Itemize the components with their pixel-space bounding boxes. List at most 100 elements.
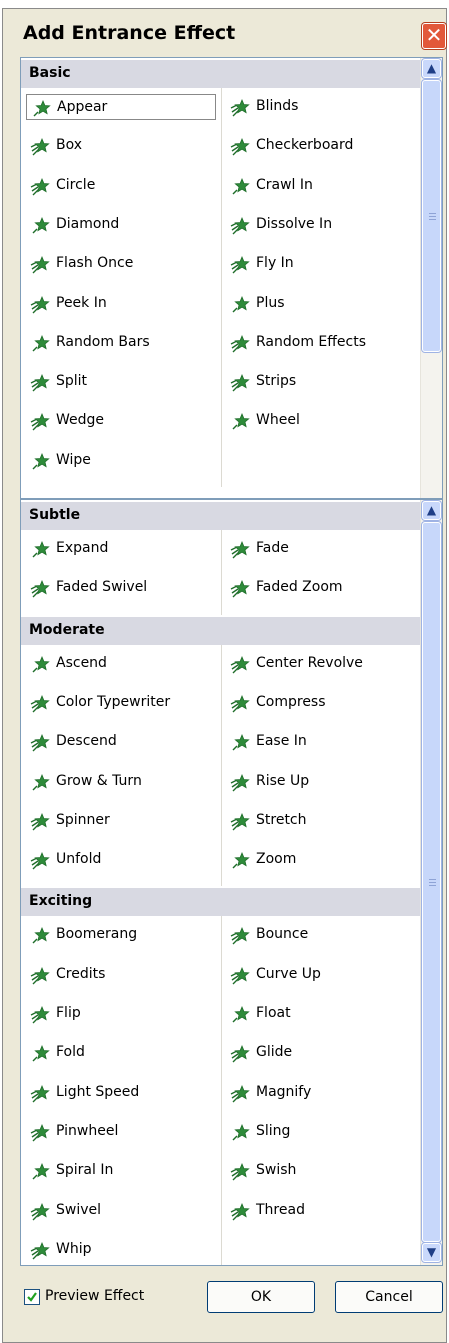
effect-item-rise-up[interactable]: Rise Up xyxy=(226,769,416,795)
star-effect-icon xyxy=(230,1123,250,1143)
effect-item-diamond[interactable]: Diamond xyxy=(26,212,216,238)
effect-label: Rise Up xyxy=(256,772,310,789)
effect-item-float[interactable]: Float xyxy=(226,1001,416,1027)
column-divider xyxy=(221,530,222,615)
star-effect-icon xyxy=(30,1044,50,1064)
vertical-scrollbar[interactable]: ▲ ▼ xyxy=(420,500,442,1265)
effect-item-compress[interactable]: Compress xyxy=(226,690,416,716)
effect-label: Faded Zoom xyxy=(256,579,343,596)
cancel-button[interactable]: Cancel xyxy=(335,1281,443,1313)
effect-item-fly-in[interactable]: Fly In xyxy=(226,251,416,277)
star-effect-icon xyxy=(30,966,50,986)
effect-label: Circle xyxy=(56,176,96,193)
effect-item-faded-zoom[interactable]: Faded Zoom xyxy=(226,575,416,601)
effect-label: Sling xyxy=(256,1122,291,1139)
vertical-scrollbar[interactable]: ▲ xyxy=(420,58,442,498)
effect-item-appear[interactable]: Appear xyxy=(26,94,216,120)
effect-item-zoom[interactable]: Zoom xyxy=(226,847,416,873)
scrollbar-thumb[interactable] xyxy=(422,522,441,1242)
effect-label: Crawl In xyxy=(256,176,313,193)
column-divider xyxy=(221,644,222,887)
effect-item-wedge[interactable]: Wedge xyxy=(26,408,216,434)
effect-item-glide[interactable]: Glide xyxy=(226,1040,416,1066)
effect-label: Random Bars xyxy=(56,333,150,350)
star-effect-icon xyxy=(230,1162,250,1182)
effect-item-color-typewriter[interactable]: Color Typewriter xyxy=(26,690,216,716)
scrollbar-thumb[interactable] xyxy=(422,80,441,352)
effect-label: Checkerboard xyxy=(256,137,354,154)
effect-item-wheel[interactable]: Wheel xyxy=(226,408,416,434)
star-effect-icon xyxy=(230,540,250,560)
effect-item-faded-swivel[interactable]: Faded Swivel xyxy=(26,575,216,601)
effect-label: Dissolve In xyxy=(256,215,333,232)
effect-item-pinwheel[interactable]: Pinwheel xyxy=(26,1119,216,1145)
effect-label: Unfold xyxy=(56,851,102,868)
effect-item-ease-in[interactable]: Ease In xyxy=(226,729,416,755)
effect-item-bounce[interactable]: Bounce xyxy=(226,922,416,948)
star-effect-icon xyxy=(30,216,50,236)
effect-item-crawl-in[interactable]: Crawl In xyxy=(226,173,416,199)
star-effect-icon xyxy=(30,1005,50,1025)
column-divider xyxy=(221,916,222,1265)
effect-item-random-effects[interactable]: Random Effects xyxy=(226,330,416,356)
star-effect-icon xyxy=(30,773,50,793)
effect-item-descend[interactable]: Descend xyxy=(26,729,216,755)
effect-item-ascend[interactable]: Ascend xyxy=(26,651,216,677)
effect-item-whip[interactable]: Whip xyxy=(26,1237,216,1263)
effect-item-center-revolve[interactable]: Center Revolve xyxy=(226,651,416,677)
effect-item-dissolve-in[interactable]: Dissolve In xyxy=(226,212,416,238)
effect-item-flash-once[interactable]: Flash Once xyxy=(26,251,216,277)
effect-item-magnify[interactable]: Magnify xyxy=(226,1080,416,1106)
effect-item-checkerboard[interactable]: Checkerboard xyxy=(226,133,416,159)
effect-item-thread[interactable]: Thread xyxy=(226,1198,416,1224)
effect-item-split[interactable]: Split xyxy=(26,369,216,395)
effect-label: Spinner xyxy=(56,811,110,828)
effect-item-expand[interactable]: Expand xyxy=(26,536,216,562)
effect-label: Magnify xyxy=(256,1083,312,1100)
effect-item-grow-and-turn[interactable]: Grow & Turn xyxy=(26,769,216,795)
effect-item-sling[interactable]: Sling xyxy=(226,1119,416,1145)
effect-item-strips[interactable]: Strips xyxy=(226,369,416,395)
scroll-up-button[interactable]: ▲ xyxy=(422,501,441,520)
effect-item-swish[interactable]: Swish xyxy=(226,1158,416,1184)
effect-item-curve-up[interactable]: Curve Up xyxy=(226,962,416,988)
effect-label: Color Typewriter xyxy=(56,693,171,710)
effect-item-spinner[interactable]: Spinner xyxy=(26,808,216,834)
effect-label: Whip xyxy=(56,1240,92,1257)
effect-item-fold[interactable]: Fold xyxy=(26,1040,216,1066)
effect-item-box[interactable]: Box xyxy=(26,133,216,159)
scroll-down-button[interactable]: ▼ xyxy=(422,1243,441,1262)
star-effect-icon xyxy=(30,334,50,354)
effect-item-spiral-in[interactable]: Spiral In xyxy=(26,1158,216,1184)
effect-item-stretch[interactable]: Stretch xyxy=(226,808,416,834)
effect-label: Strips xyxy=(256,373,297,390)
effect-label: Fly In xyxy=(256,255,294,272)
preview-effect-checkbox[interactable] xyxy=(24,1289,40,1305)
effect-item-unfold[interactable]: Unfold xyxy=(26,847,216,873)
effect-item-plus[interactable]: Plus xyxy=(226,291,416,317)
section-header-exciting: Exciting xyxy=(21,888,422,917)
ok-button[interactable]: OK xyxy=(207,1281,315,1313)
effect-label: Ascend xyxy=(56,654,107,671)
effect-item-boomerang[interactable]: Boomerang xyxy=(26,922,216,948)
star-effect-icon xyxy=(230,926,250,946)
star-effect-icon xyxy=(230,773,250,793)
star-effect-icon xyxy=(230,98,250,118)
effect-item-wipe[interactable]: Wipe xyxy=(26,448,216,474)
effect-label: Flip xyxy=(56,1005,81,1021)
preview-effect-label[interactable]: Preview Effect xyxy=(45,1288,144,1304)
star-effect-icon xyxy=(30,812,50,832)
effect-item-fade[interactable]: Fade xyxy=(226,536,416,562)
effect-item-peek-in[interactable]: Peek In xyxy=(26,291,216,317)
effect-item-credits[interactable]: Credits xyxy=(26,962,216,988)
effect-item-flip[interactable]: Flip xyxy=(26,1001,216,1027)
close-button[interactable]: ✕ xyxy=(422,23,446,49)
star-effect-icon xyxy=(30,694,50,714)
scroll-up-button[interactable]: ▲ xyxy=(422,59,441,78)
effect-item-light-speed[interactable]: Light Speed xyxy=(26,1080,216,1106)
effect-item-swivel[interactable]: Swivel xyxy=(26,1198,216,1224)
effect-item-random-bars[interactable]: Random Bars xyxy=(26,330,216,356)
effect-item-blinds[interactable]: Blinds xyxy=(226,94,416,120)
effect-label: Glide xyxy=(256,1044,293,1061)
effect-item-circle[interactable]: Circle xyxy=(26,173,216,199)
